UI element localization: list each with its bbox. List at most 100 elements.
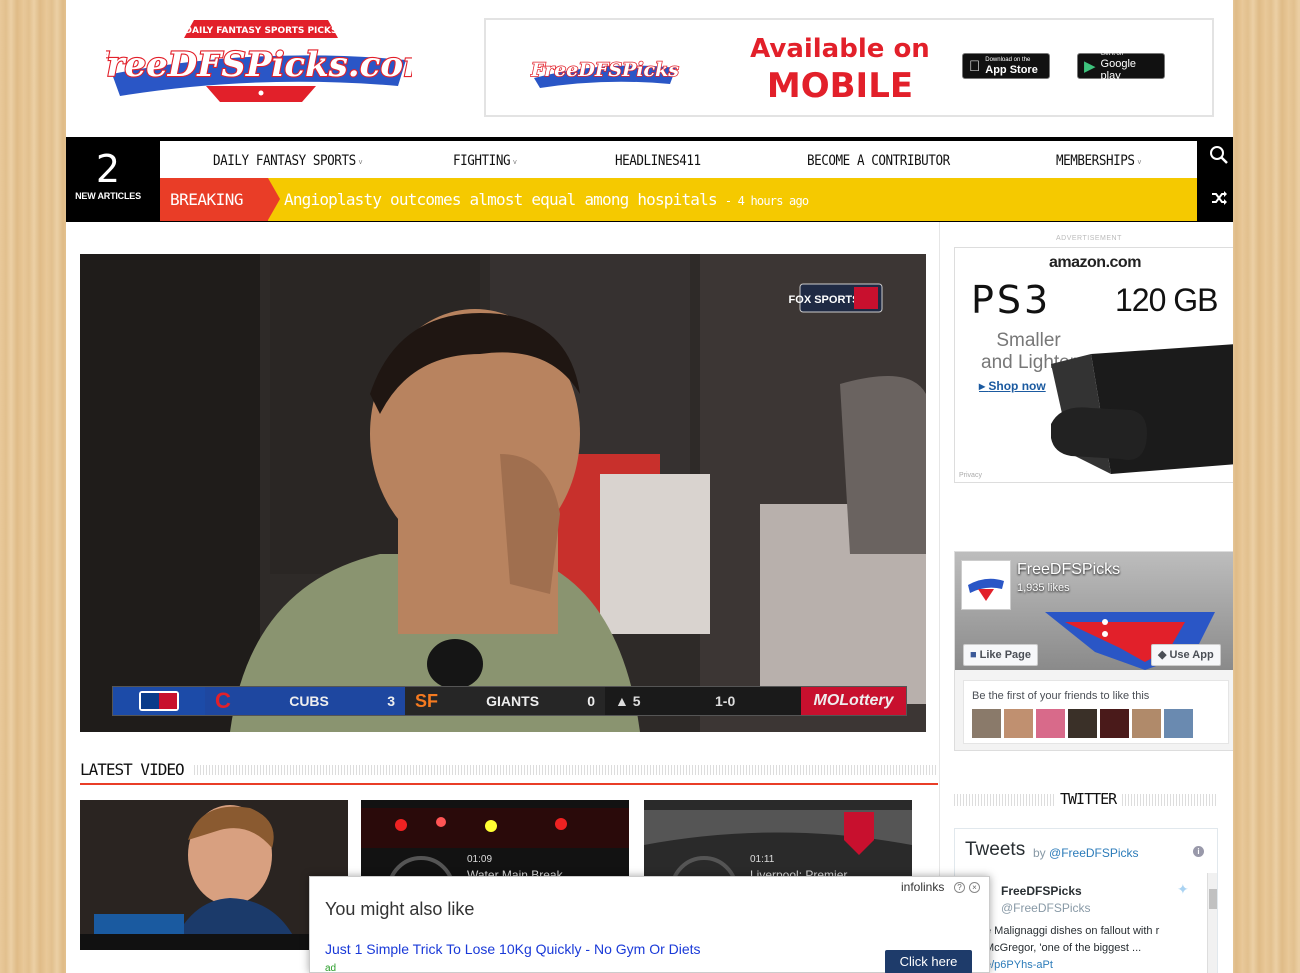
page: DAILY FANTASY SPORTS PICKS FreeDFSPicks.…	[66, 0, 1233, 973]
tweet-author-name[interactable]: FreeDFSPicks	[1001, 884, 1082, 898]
infolinks-popup: infolinks ? × You might also like Just 1…	[309, 876, 990, 973]
thumbnail-duration: 01:09	[467, 854, 493, 865]
use-app-button[interactable]: ◆ Use App	[1151, 644, 1221, 666]
friends-like-text: Be the first of your friends to like thi…	[972, 690, 1150, 702]
team2-score: SF GIANTS 0	[405, 687, 605, 715]
google-play-button[interactable]: ▶ Get it on Google play	[1077, 50, 1165, 82]
menu-daily-fantasy-sports[interactable]: DAILY FANTASY SPORTS ˅	[213, 141, 363, 178]
mlb-logo-icon	[113, 687, 205, 715]
friend-avatar[interactable]	[1068, 709, 1097, 738]
team1-runs: 3	[387, 693, 395, 709]
info-icon[interactable]: i	[1193, 846, 1204, 857]
new-articles-counter[interactable]: 2 NEW ARTICLES	[66, 137, 158, 222]
tweet-author-handle[interactable]: @FreeDFSPicks	[1001, 901, 1091, 915]
latest-video-header: LATEST VIDEO	[80, 758, 938, 785]
menu-memberships[interactable]: MEMBERSHIPS ˅	[1056, 141, 1142, 178]
scrollbar-thumb[interactable]	[1209, 889, 1217, 909]
amazon-logo: amazon.com	[1049, 254, 1141, 271]
close-icon[interactable]: ×	[969, 882, 980, 893]
main-menu: DAILY FANTASY SPORTS ˅ FIGHTING ˅ HEADLINE…	[160, 141, 1197, 178]
tweets-by: by @FreeDFSPicks	[1033, 846, 1139, 860]
friend-avatar[interactable]	[1036, 709, 1065, 738]
tweets-title: Tweets	[965, 839, 1026, 860]
scoreboard-bar: C CUBS 3 SF GIANTS 0 ▲ 5 1-0 MOLottery	[112, 686, 907, 716]
friend-avatar[interactable]	[1100, 709, 1129, 738]
search-icon[interactable]	[1198, 139, 1233, 179]
advertisement-label: ADVERTISEMENT	[1056, 235, 1122, 242]
menu-headlines411[interactable]: HEADLINES411	[615, 141, 701, 178]
facebook-friends-box: Be the first of your friends to like thi…	[963, 680, 1229, 744]
ad-tag: ad	[325, 963, 337, 973]
infolinks-brand[interactable]: infolinks	[901, 880, 944, 894]
available-on-mobile: Available on MOBILE	[748, 34, 932, 108]
site-logo[interactable]: DAILY FANTASY SPORTS PICKS FreeDFSPicks.…	[106, 16, 412, 104]
shuffle-icon[interactable]	[1198, 179, 1233, 219]
like-page-button[interactable]: ■ Like Page	[963, 644, 1039, 666]
apple-icon: 	[969, 58, 980, 75]
mobile-app-banner[interactable]: FreeDFSPicks Available on MOBILE  Downl…	[484, 18, 1214, 117]
facebook-page-name[interactable]: FreeDFSPicks	[1017, 561, 1120, 579]
inning-indicator: ▲ 5	[615, 693, 641, 709]
article-count: 2	[95, 147, 121, 191]
help-icon[interactable]: ?	[954, 882, 965, 893]
banner-logo: FreeDFSPicks	[530, 58, 680, 88]
amazon-ad[interactable]: amazon.com PS3 120 GB Smaller and Lighte…	[954, 247, 1233, 483]
friend-avatar[interactable]	[1132, 709, 1161, 738]
available-line1: Available on	[750, 34, 930, 64]
team1-name: CUBS	[289, 693, 329, 709]
video-thumbnail[interactable]	[80, 800, 348, 950]
cube-icon: ◆	[1158, 649, 1167, 661]
thumbnail-image	[80, 800, 348, 950]
breaking-label: BREAKING	[160, 178, 280, 221]
network-badge: FOX SPORTS	[789, 294, 860, 306]
page-avatar[interactable]	[961, 560, 1011, 610]
popup-title: You might also like	[325, 899, 475, 919]
banner-logo-text: FreeDFSPicks	[530, 59, 679, 81]
cubs-logo-icon: C	[215, 688, 231, 713]
shop-now-link[interactable]: ▸ Shop now	[979, 379, 1046, 393]
tweets-handle-link[interactable]: @FreeDFSPicks	[1049, 846, 1139, 860]
twitter-timeline-widget[interactable]: Tweets by @FreeDFSPicks i FreeDFSPicks @…	[954, 828, 1218, 973]
menu-become-contributor[interactable]: BECOME A CONTRIBUTOR	[807, 141, 950, 178]
friend-avatar[interactable]	[1164, 709, 1193, 738]
menu-fighting[interactable]: FIGHTING ˅	[453, 141, 517, 178]
main-navbar: 2 NEW ARTICLES DAILY FANTASY SPORTS ˅ FIG…	[66, 137, 1233, 222]
tweet-link[interactable]: e/p6PYhs-aPt	[985, 959, 1053, 971]
facebook-likes-count: 1,935 likes	[1017, 582, 1070, 594]
article-count-label: NEW ARTICLES	[75, 191, 141, 201]
pitch-count: 1-0	[715, 693, 736, 709]
latest-video-title: LATEST VIDEO	[80, 760, 192, 779]
twitter-bird-icon: ✦	[1177, 881, 1189, 897]
facebook-cover: FreeDFSPicks 1,935 likes ■ Like Page ◆ Use…	[955, 552, 1233, 670]
thumbnail-duration: 01:11	[750, 854, 775, 865]
privacy-link[interactable]: Privacy	[959, 472, 982, 479]
play-icon: ▶	[1084, 58, 1096, 75]
google-play-label: Google play	[1100, 57, 1137, 82]
tweet-text: e Malignaggi dishes on fallout with r Mc…	[985, 925, 1160, 971]
breaking-headline[interactable]: Angioplasty outcomes almost equal among …	[284, 178, 809, 223]
available-line2: MOBILE	[766, 66, 914, 106]
logo-tagline: DAILY FANTASY SPORTS PICKS	[185, 26, 338, 36]
friend-avatar[interactable]	[972, 709, 1001, 738]
product-capacity: 120 GB	[1115, 282, 1219, 318]
sponsor-label: MOLottery	[801, 687, 906, 715]
sidebar-divider	[939, 222, 940, 973]
app-store-button[interactable]:  Download on the App Store	[962, 53, 1050, 79]
breaking-news-ticker: BREAKING Angioplasty outcomes almost equ…	[160, 178, 1197, 221]
click-here-button[interactable]: Click here	[885, 950, 972, 973]
app-store-label: App Store	[974, 63, 1038, 76]
google-play-small-text: Get it on	[1100, 50, 1124, 57]
main-video-player[interactable]: FOX SPORTS C CUBS 3 SF GIANTS 0 ▲ 5 1-0 …	[80, 254, 926, 732]
app-store-small-text: Download on the	[974, 56, 1030, 63]
giants-logo-icon: SF	[415, 690, 439, 711]
twitter-section-header: TWITTER	[954, 790, 1218, 810]
video-frame: FOX SPORTS	[80, 254, 926, 732]
sponsored-link[interactable]: Just 1 Simple Trick To Lose 10Kg Quickly…	[325, 941, 701, 957]
ps3-console-image	[1051, 344, 1233, 474]
team1-score: C CUBS 3	[205, 687, 405, 715]
friend-avatar[interactable]	[1004, 709, 1033, 738]
breaking-time: - 4 hours ago	[724, 194, 809, 208]
header-decoration	[176, 765, 938, 775]
tweets-scrollbar[interactable]	[1207, 873, 1217, 973]
twitter-section-title: TWITTER	[1054, 790, 1123, 808]
